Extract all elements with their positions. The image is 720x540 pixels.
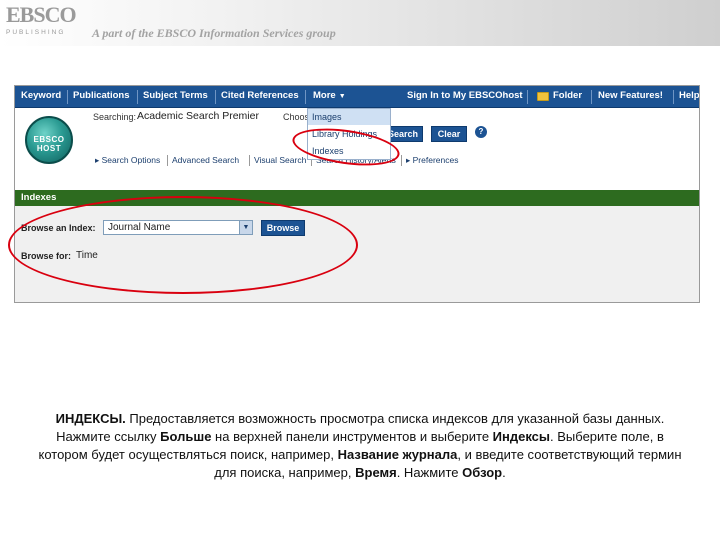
chevron-down-icon: ▼ [338,93,346,100]
slide-caption: ИНДЕКСЫ. Предоставляется возможность про… [30,410,690,482]
ebscohost-badge-icon: EBSCO HOST [25,116,73,164]
logo-wordmark: EBSCO [6,2,77,27]
toolbar-keyword[interactable]: Keyword [21,90,61,101]
toolbar-subject-terms[interactable]: Subject Terms [143,90,208,101]
caption-bold: Обзор [462,465,503,480]
toolbar-publications[interactable]: Publications [73,90,129,101]
toolbar-separator [673,90,674,104]
caption-lead: ИНДЕКСЫ. [55,411,126,426]
logo-subtext: PUBLISHING [6,29,66,36]
ebsco-logo: EBSCO PUBLISHING [6,4,88,42]
toolbar-separator [305,90,306,104]
help-icon[interactable]: ? [475,126,487,138]
highlight-circle-indexes-form [8,196,358,294]
caption-text: . Нажмите [396,465,463,480]
toolbar-new-features[interactable]: New Features! [598,90,663,101]
toolbar-separator [591,90,592,104]
options-separator [249,155,250,166]
indexes-section-title: Indexes [21,192,57,203]
database-name[interactable]: Academic Search Premier [137,110,259,122]
caption-bold: Время [355,465,397,480]
clear-button[interactable]: Clear [431,126,467,142]
toolbar-folder[interactable]: Folder [553,90,582,101]
slide-header: EBSCO PUBLISHING A part of the EBSCO Inf… [0,0,720,46]
search-options-label: Search Options [101,155,161,165]
top-toolbar: Keyword Publications Subject Terms Cited… [15,86,699,108]
toolbar-separator [215,90,216,104]
folder-icon [537,92,549,101]
searching-label: Searching: [93,112,137,122]
caption-text: . [502,465,506,480]
caption-text: на верхней панели инструментов и выберит… [211,429,493,444]
toolbar-separator [527,90,528,104]
caption-bold: Название журнала [337,447,458,462]
preferences-link[interactable]: ▸ Preferences [406,155,458,166]
visual-search-link[interactable]: Visual Search [254,155,306,165]
options-separator [401,155,402,166]
toolbar-separator [67,90,68,104]
options-separator [167,155,168,166]
advanced-search-link[interactable]: Advanced Search [172,155,239,165]
toolbar-more-label: More [313,90,336,101]
preferences-label: Preferences [412,155,459,165]
toolbar-sign-in[interactable]: Sign In to My EBSCOhost [407,90,523,101]
caption-bold: Больше [160,429,212,444]
search-options-link[interactable]: ▸ Search Options [95,155,160,166]
caption-bold: Индексы [492,429,551,444]
toolbar-help[interactable]: Help [679,90,699,101]
toolbar-separator [137,90,138,104]
menu-item-images[interactable]: Images [308,109,390,125]
toolbar-more[interactable]: More ▼ [313,90,346,101]
toolbar-cited-references[interactable]: Cited References [221,90,299,101]
header-tagline: A part of the EBSCO Information Services… [92,26,336,40]
badge-text: EBSCO HOST [33,135,65,153]
